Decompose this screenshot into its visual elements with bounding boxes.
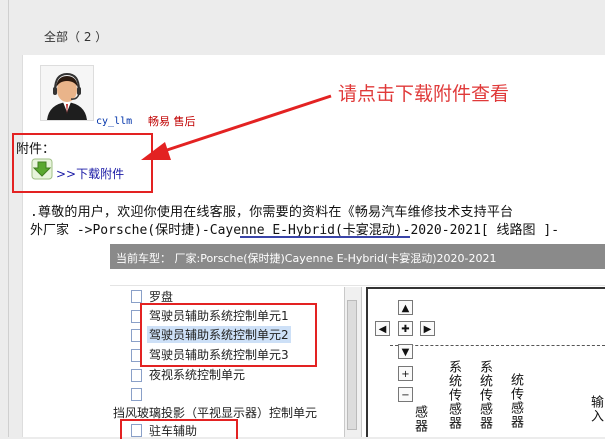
support-agent-icon: [41, 66, 93, 120]
diagram-label: 统传感器: [508, 373, 523, 429]
tree-item[interactable]: 夜视系统控制单元: [149, 366, 245, 383]
underline-highlight: [240, 236, 410, 238]
document-icon: [131, 388, 142, 401]
current-model-text: 当前车型： 厂家:Porsche(保时捷)Cayenne E-Hybrid(卡宴…: [116, 252, 497, 265]
user-name[interactable]: cy_llm: [96, 116, 132, 127]
units-highlight-box: [140, 303, 317, 367]
document-icon: [131, 369, 142, 382]
diagram-label: 感器: [412, 405, 427, 433]
diagram-label: 系统传感器: [446, 360, 461, 430]
scrollbar-thumb[interactable]: [347, 300, 357, 430]
left-border: [8, 0, 9, 437]
diagram-dashed-line: [390, 345, 605, 346]
attachment-label: 附件：: [16, 142, 56, 157]
all-count-label: 全部（ 2 ）: [44, 30, 108, 44]
document-icon: [131, 290, 142, 303]
download-arrow-icon[interactable]: [31, 158, 53, 180]
annotation-arrow-icon: [141, 94, 332, 160]
message-line-1: .尊敬的用户，欢迎你使用在线客服，你需要的资料在《畅易汽车维修技术支持平台: [30, 205, 514, 220]
pan-right-button[interactable]: ▶: [420, 321, 435, 336]
download-attachment-link[interactable]: >>下载附件: [56, 165, 124, 182]
avatar[interactable]: [40, 65, 94, 121]
pan-up-button[interactable]: ▲: [398, 300, 413, 315]
parking-highlight-box: [120, 419, 238, 439]
pan-center-button[interactable]: ✚: [398, 321, 413, 336]
download-hint-annotation: 请点击下载附件查看: [338, 84, 510, 105]
zoom-in-button[interactable]: +: [398, 366, 413, 381]
pan-down-button[interactable]: ▼: [398, 344, 413, 359]
pan-left-button[interactable]: ◀: [375, 321, 390, 336]
toolbar-strip: [110, 269, 605, 286]
diagram-label: 输入: [588, 395, 603, 423]
zoom-out-button[interactable]: −: [398, 387, 413, 402]
diagram-label: 系统传感器: [477, 360, 492, 430]
